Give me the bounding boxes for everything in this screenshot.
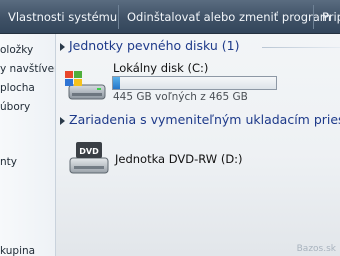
dvd-icon-label: DVD <box>79 147 99 156</box>
command-bar: Vlastnosti systému Odinštalovať alebo zm… <box>0 0 340 34</box>
expand-arrow-icon[interactable] <box>60 43 65 51</box>
drive-c-usage-bar <box>112 76 277 90</box>
more-button[interactable]: Pripo <box>322 9 340 25</box>
group-title-hard-disks[interactable]: Jednotky pevného disku (1) <box>69 38 240 53</box>
nav-item-desktop[interactable]: plocha <box>0 82 35 94</box>
nav-item-computer[interactable]: nty <box>0 156 17 168</box>
group-divider <box>262 47 340 48</box>
drive-c-free-space: 445 GB voľných z 465 GB <box>113 91 248 103</box>
toolbar-separator <box>118 5 119 29</box>
drive-c-usage-fill <box>113 77 120 89</box>
navigation-pane: oložky y navštíver plocha úbory nty kupi… <box>0 34 56 256</box>
toolbar-separator <box>313 5 314 29</box>
nav-item-favorites[interactable]: oložky <box>0 44 33 56</box>
nav-item-files[interactable]: úbory <box>0 101 30 113</box>
dvd-drive-name[interactable]: Jednotka DVD-RW (D:) <box>115 152 243 166</box>
group-title-removable[interactable]: Zariadenia s vymeniteľným ukladacím prie… <box>69 112 340 127</box>
watermark: Bazos.sk <box>296 244 336 254</box>
explorer-window: Vlastnosti systému Odinštalovať alebo zm… <box>0 0 340 256</box>
system-properties-button[interactable]: Vlastnosti systému <box>8 9 117 25</box>
windows-hard-drive-icon[interactable] <box>63 67 107 103</box>
drive-c-name[interactable]: Lokálny disk (C:) <box>113 61 208 75</box>
nav-item-homegroup[interactable]: kupina <box>0 245 35 256</box>
dvd-drive-icon[interactable]: DVD <box>68 138 112 176</box>
uninstall-program-button[interactable]: Odinštalovať alebo zmeniť program <box>127 9 331 25</box>
nav-item-recent[interactable]: y navštíver <box>0 63 55 75</box>
expand-arrow-icon[interactable] <box>60 117 65 125</box>
